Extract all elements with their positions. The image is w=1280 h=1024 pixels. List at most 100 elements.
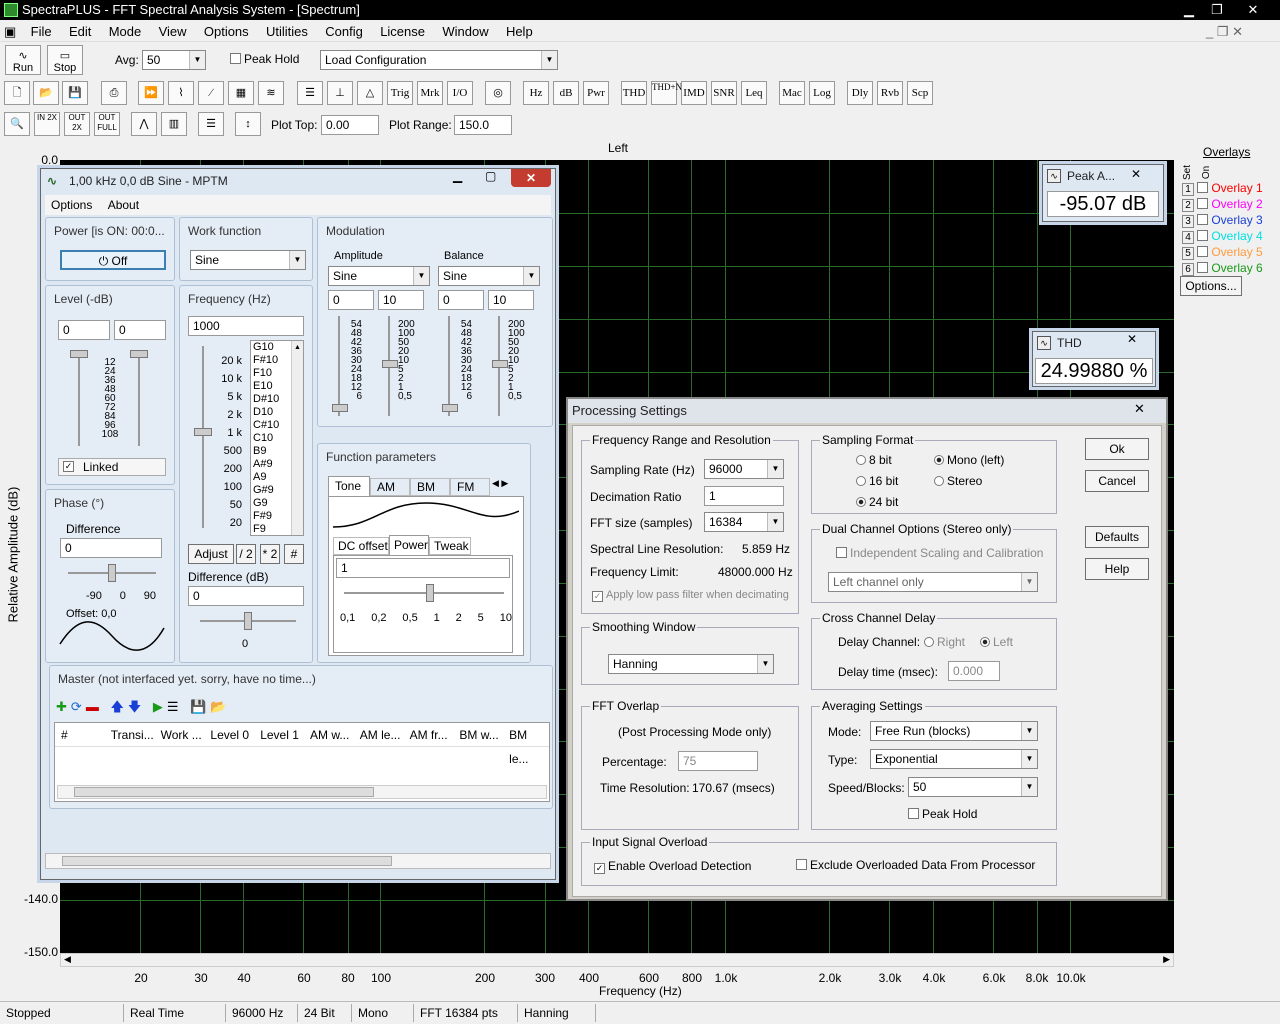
move-down-icon[interactable]: 🡇 [128, 699, 145, 714]
thdn-button[interactable]: THD+N [651, 81, 682, 105]
pwr-button[interactable]: Pwr [583, 81, 609, 105]
tab-am[interactable]: AM [370, 478, 410, 496]
amplitude-mod-select[interactable]: Sine ▼ [328, 266, 430, 286]
new-icon[interactable]: 🗋 [4, 81, 30, 105]
adjust-button[interactable]: Adjust [188, 544, 234, 564]
speed-blocks-select[interactable]: 50 ▼ [908, 777, 1038, 797]
menu-edit[interactable]: Edit [62, 22, 98, 42]
tab-dc-offset[interactable]: DC offset [333, 537, 389, 555]
column-header[interactable]: AM w... [304, 723, 354, 746]
plot-top-input[interactable]: 0.00 [321, 115, 379, 135]
leq-button[interactable]: Leq [741, 81, 767, 105]
menu-utilities[interactable]: Utilities [259, 22, 315, 42]
overlay-set-2[interactable]: 2 [1182, 199, 1194, 212]
tab-fm[interactable]: FM [450, 478, 490, 496]
lowpass-checkbox[interactable]: ✓ Apply low pass filter when decimating [592, 589, 789, 602]
menu-config[interactable]: Config [318, 22, 370, 42]
axis-icon[interactable]: ⊥ [327, 81, 353, 105]
smoothing-window-select[interactable]: Hanning ▼ [608, 654, 774, 674]
phase-icon[interactable]: △ [357, 81, 383, 105]
save-icon[interactable]: 💾 [62, 81, 88, 105]
peak-amplitude-window[interactable]: Peak A... ∿ ✕ -95.07 dB [1042, 164, 1164, 222]
fft-size-select[interactable]: 16384 ▼ [704, 512, 784, 532]
open-icon[interactable]: 📂 [210, 699, 230, 714]
overlay-checkbox[interactable] [1197, 246, 1209, 257]
difference-db-input[interactable]: 0 [188, 586, 304, 606]
column-header[interactable]: BM le... [503, 723, 549, 766]
cancel-button[interactable]: Cancel [1085, 470, 1149, 492]
tab-power[interactable]: Power [389, 535, 429, 555]
8-bit-radio[interactable]: 8 bit [856, 453, 892, 467]
3d-icon[interactable]: ≋ [258, 81, 284, 105]
scroll-left-icon[interactable]: ◀ [64, 954, 71, 965]
menu-about[interactable]: About [102, 198, 145, 212]
scroll-right-icon[interactable]: ▶ [1163, 954, 1170, 965]
column-header[interactable]: Transi... [105, 723, 155, 746]
close-icon[interactable]: ✕ [1134, 401, 1145, 417]
work-function-select[interactable]: Sine ▼ [190, 250, 306, 270]
overlay-checkbox[interactable] [1197, 262, 1209, 273]
remove-icon[interactable]: ▬ [86, 699, 103, 714]
rvb-button[interactable]: Rvb [877, 81, 903, 105]
level-left-slider[interactable] [70, 350, 88, 446]
overlay-row[interactable]: 1 Overlay 1 [1182, 181, 1263, 196]
difference-db-slider[interactable] [200, 612, 296, 630]
right-radio[interactable]: Right [924, 635, 965, 649]
column-header[interactable]: Level 1 [254, 723, 304, 746]
stereo-radio[interactable]: Stereo [934, 474, 982, 488]
overlay-set-1[interactable]: 1 [1182, 183, 1194, 196]
level-left-input[interactable]: 0 [58, 320, 110, 340]
power-off-button[interactable]: ⏻ Off [60, 250, 166, 270]
menu-help[interactable]: Help [499, 22, 540, 42]
close-icon[interactable]: ✕ [1240, 0, 1266, 20]
amp-freq-input[interactable]: 10 [378, 290, 424, 310]
level-right-slider[interactable] [130, 350, 148, 446]
mrk-button[interactable]: Mrk [417, 81, 443, 105]
processing-settings-dialog[interactable]: Processing Settings ✕ Frequency Range an… [566, 397, 1168, 901]
io-button[interactable]: I/O [447, 81, 473, 105]
menu-file[interactable]: File [24, 22, 59, 42]
stop-button[interactable]: ▭ Stop [47, 45, 83, 75]
averaging-type-select[interactable]: Exponential ▼ [870, 749, 1038, 769]
plot-range-input[interactable]: 150.0 [454, 115, 512, 135]
column-header[interactable]: AM le... [354, 723, 404, 746]
overlay-row[interactable]: 3 Overlay 3 [1182, 213, 1263, 228]
overlay-checkbox[interactable] [1197, 214, 1209, 225]
channel-select[interactable]: Left channel only ▼ [828, 572, 1038, 592]
24-bit-radio[interactable]: 24 bit [856, 495, 898, 509]
close-icon[interactable]: ✕ [1127, 332, 1137, 346]
tab-tone[interactable]: Tone [328, 476, 370, 496]
run-button[interactable]: ∿ Run [5, 45, 41, 75]
forward-icon[interactable]: ⏩ [138, 81, 164, 105]
column-header[interactable]: Work ... [155, 723, 205, 746]
level-right-input[interactable]: 0 [114, 320, 166, 340]
overlay-set-4[interactable]: 4 [1182, 231, 1194, 244]
zoom-out-2x-button[interactable]: OUT 2X [64, 112, 90, 136]
multiply-2-button[interactable]: * 2 [260, 544, 280, 564]
tab-bm[interactable]: BM [410, 478, 450, 496]
peak-hold-checkbox[interactable]: Peak Hold [908, 807, 977, 821]
peak-icon[interactable]: ⋀ [131, 112, 157, 136]
ok-button[interactable]: Ok [1085, 438, 1149, 460]
menu-mode[interactable]: Mode [102, 22, 149, 42]
bal-depth-input[interactable]: 0 [438, 290, 484, 310]
master-table[interactable]: # Transi... Work ... Level 0 Level 1 AM … [54, 722, 550, 802]
menu-view[interactable]: View [152, 22, 194, 42]
list-icon[interactable]: ☰ [198, 112, 224, 136]
signal-generator-window[interactable]: 1,00 kHz 0,0 dB Sine - MPTM ∿ ▁ ▢ ✕ Opti… [40, 168, 556, 880]
close-icon[interactable]: ✕ [511, 169, 551, 187]
spectrogram-icon[interactable]: ▦ [228, 81, 254, 105]
power-input[interactable]: 1 [336, 558, 510, 578]
generator-hscrollbar[interactable] [45, 853, 551, 869]
percentage-input[interactable]: 75 [678, 751, 758, 771]
overlay-row[interactable]: 4 Overlay 4 [1182, 229, 1263, 244]
vertical-scale-icon[interactable]: ↕ [235, 112, 261, 136]
print-icon[interactable]: ⎙ [101, 81, 127, 105]
balance-mod-select[interactable]: Sine ▼ [438, 266, 540, 286]
minimize-icon[interactable]: ▁ [453, 169, 462, 183]
move-up-icon[interactable]: 🡅 [110, 699, 127, 714]
restore-icon[interactable]: ❐ [1204, 0, 1230, 20]
overlay-checkbox[interactable] [1197, 198, 1209, 209]
save-icon[interactable]: 💾 [190, 699, 210, 714]
hz-button[interactable]: Hz [523, 81, 549, 105]
